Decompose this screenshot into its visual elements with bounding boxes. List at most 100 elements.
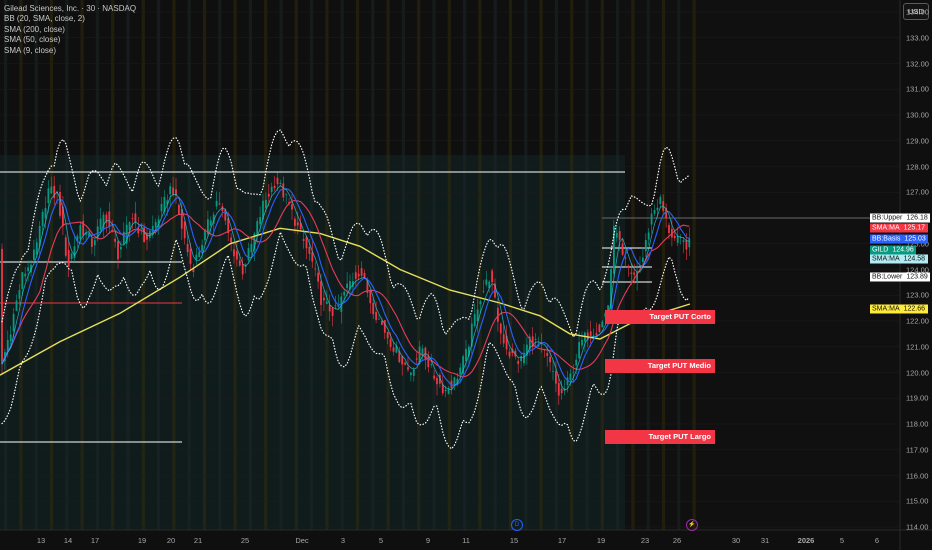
candle-body: [302, 239, 305, 241]
candle-body: [334, 305, 337, 307]
badge-value: 123.89: [904, 272, 931, 282]
time-tick-label: 31: [760, 536, 770, 545]
target-put-medio[interactable]: Target PUT Medio: [605, 359, 715, 373]
price-tick-label: 121.00: [906, 342, 929, 352]
time-tick-label: 11: [462, 536, 470, 545]
time-tick-label: 21: [193, 536, 203, 545]
price-badge: SMA:MA 122.66: [870, 304, 928, 314]
candle-body: [99, 218, 102, 230]
candle-body: [659, 197, 662, 205]
session-stripe: [325, 0, 329, 530]
price-tick-label: 127.00: [906, 187, 929, 197]
indicator-legend[interactable]: Gilead Sciences, Inc. · 30 · NASDAQ BB (…: [4, 4, 136, 56]
candle-body: [546, 352, 549, 356]
candle-body: [117, 241, 119, 260]
session-stripe: [49, 0, 54, 530]
candle-body: [688, 238, 691, 248]
candle-body: [236, 251, 238, 260]
candle-body: [291, 204, 293, 210]
legend-sma9[interactable]: SMA (9, close): [4, 46, 136, 56]
candle-body: [482, 291, 485, 293]
candle-body: [328, 305, 331, 312]
candle-body: [267, 193, 270, 197]
session-stripe: [646, 0, 650, 530]
target-put-largo[interactable]: Target PUT Largo: [605, 430, 715, 444]
earnings-icon[interactable]: ⚡: [686, 519, 698, 531]
legend-bb[interactable]: BB (20, SMA, close, 2): [4, 14, 136, 24]
badge-value: 125.17: [901, 223, 928, 233]
price-badge: BB:Upper 126.18: [870, 213, 931, 223]
badge-name: SMA:MA: [870, 223, 902, 233]
price-tick-label: 117.00: [906, 445, 929, 455]
candle-body: [479, 301, 482, 305]
candle-body: [557, 382, 560, 396]
price-tick-label: 115.00: [906, 496, 929, 506]
legend-sma200[interactable]: SMA (200, close): [4, 25, 136, 35]
candle-body: [630, 272, 633, 274]
badge-name: BB:Basis: [870, 234, 903, 244]
session-stripe: [202, 0, 207, 530]
time-tick-label: 30: [731, 536, 741, 545]
candle-body: [412, 369, 415, 376]
candle-body: [12, 313, 15, 332]
session-stripe: [218, 0, 222, 530]
time-tick-label: 5: [839, 536, 845, 545]
price-tick-label: 122.00: [906, 316, 929, 326]
candle-body: [346, 283, 348, 289]
legend-sma50[interactable]: SMA (50, close): [4, 35, 136, 45]
candle-body: [381, 320, 383, 325]
session-stripe: [677, 0, 681, 530]
candle-body: [233, 249, 235, 257]
time-tick-label: 25: [240, 536, 250, 545]
candle-body: [276, 177, 279, 185]
candle-body: [79, 225, 82, 240]
candle-body: [209, 220, 212, 226]
price-badge: SMA:MA 125.17: [870, 223, 928, 233]
session-stripe: [157, 0, 161, 530]
session-stripe: [524, 0, 528, 530]
candle-body: [140, 228, 143, 230]
candle-body: [476, 309, 479, 322]
candle-body: [331, 307, 334, 316]
candle-body: [172, 187, 174, 195]
candle-body: [108, 211, 111, 227]
candle-body: [572, 371, 575, 373]
candle-body: [656, 207, 659, 211]
candle-body: [627, 265, 630, 268]
session-stripe: [616, 0, 620, 530]
candle-body: [33, 249, 35, 260]
session-stripe: [279, 0, 283, 530]
price-badge: BB:Basis 125.03: [870, 234, 929, 244]
candle-body: [502, 334, 505, 344]
candle-body: [369, 290, 372, 304]
candle-body: [218, 203, 221, 205]
session-stripe: [478, 0, 482, 530]
candle-body: [624, 257, 627, 259]
candle-body: [647, 232, 650, 240]
time-tick-label: 17: [90, 536, 100, 545]
badge-value: 124.96: [890, 245, 917, 255]
price-tick-label: 134.00: [906, 7, 929, 17]
candle-body: [560, 388, 563, 394]
price-chart[interactable]: [0, 0, 932, 550]
time-tick-label: 9: [425, 536, 431, 545]
candle-body: [154, 221, 157, 228]
dividend-icon[interactable]: D: [511, 519, 523, 531]
candle-body: [250, 243, 253, 253]
session-stripe: [264, 0, 268, 530]
candle-body: [178, 204, 180, 215]
time-tick-label: 19: [137, 536, 147, 545]
candle-body: [230, 237, 232, 243]
target-put-corto[interactable]: Target PUT Corto: [605, 310, 715, 324]
candle-body: [549, 356, 551, 363]
legend-symbol[interactable]: Gilead Sciences, Inc. · 30 · NASDAQ: [4, 4, 136, 14]
session-stripe: [417, 0, 421, 530]
badge-name: BB:Upper: [870, 213, 905, 223]
candle-body: [415, 358, 418, 360]
badge-name: GILD: [870, 245, 891, 255]
badge-name: SMA:MA: [870, 304, 902, 314]
session-stripe: [554, 0, 558, 530]
session-stripe: [692, 0, 696, 530]
price-badge: BB:Lower 123.89: [870, 272, 931, 282]
candle-body: [64, 237, 67, 256]
